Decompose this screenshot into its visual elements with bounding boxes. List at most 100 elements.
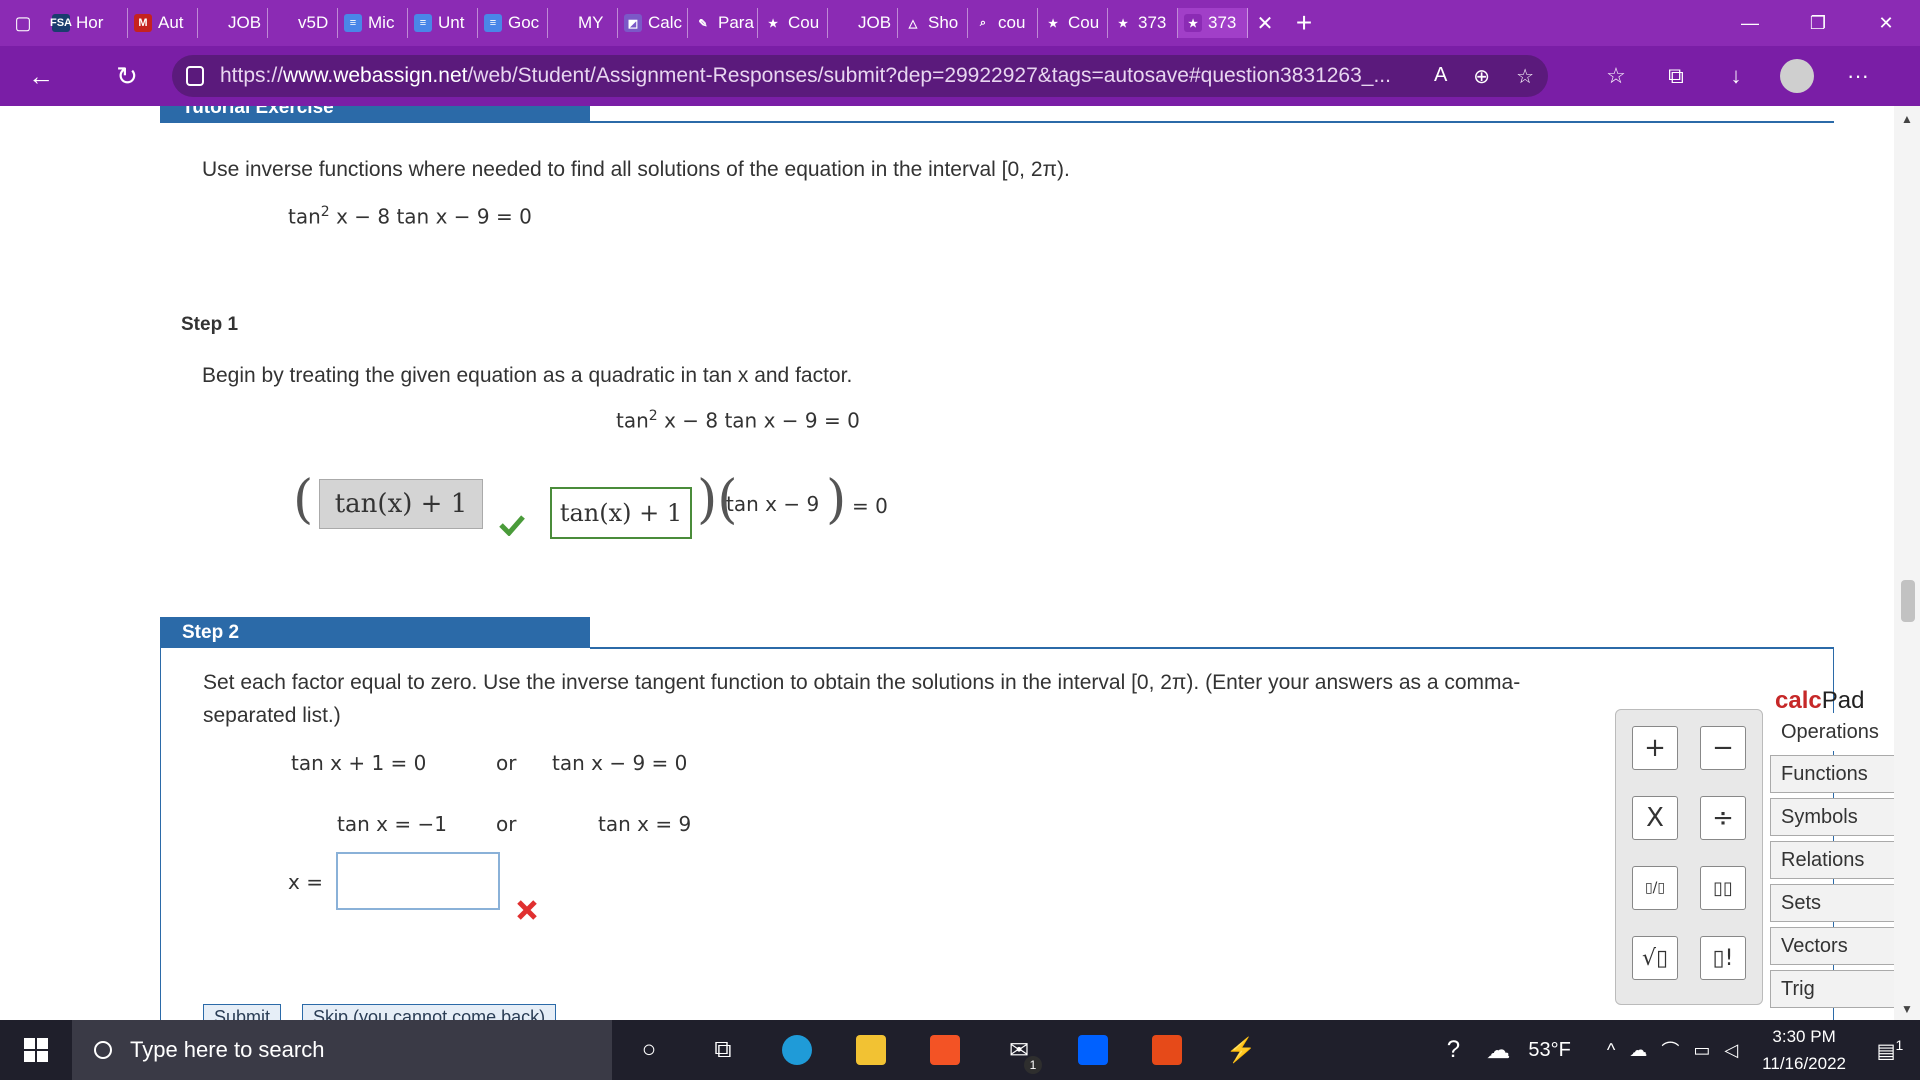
calcpad-tab-functions[interactable]: Functions: [1770, 755, 1900, 793]
sqrt-key[interactable]: √▯: [1632, 936, 1678, 980]
more-menu-icon[interactable]: ···: [1828, 63, 1888, 89]
temperature[interactable]: 53°F: [1528, 1039, 1570, 1062]
browser-tab[interactable]: ⌕ cou: [968, 8, 1038, 38]
git-icon[interactable]: ⚡: [1204, 1020, 1278, 1080]
notifications-icon[interactable]: ▤1: [1870, 1037, 1910, 1064]
calcpad-tab-operations[interactable]: Operations: [1770, 713, 1900, 751]
onedrive-icon[interactable]: ☁: [1629, 1040, 1647, 1061]
edge-icon[interactable]: [760, 1020, 834, 1080]
tab-favicon-icon: [834, 14, 852, 32]
second-factor: tan x − 9: [726, 492, 820, 516]
mail-icon[interactable]: ✉ 1: [982, 1020, 1056, 1080]
window-controls: — ❐ ✕: [1716, 0, 1920, 46]
close-tab-icon[interactable]: ✕: [1248, 11, 1282, 36]
profile-avatar[interactable]: [1780, 59, 1814, 93]
back-arrow-icon[interactable]: ←: [16, 51, 66, 101]
new-tab-button[interactable]: +: [1282, 7, 1326, 39]
step1-instruction: Begin by treating the given equation as …: [202, 364, 853, 387]
browser-tab[interactable]: ≡ Goc: [478, 8, 548, 38]
file-explorer-icon[interactable]: [834, 1020, 908, 1080]
browser-tab[interactable]: ★ 373: [1178, 8, 1248, 38]
exponent-key[interactable]: ▯▯: [1700, 866, 1746, 910]
equation-a1: tan x + 1 = 0: [291, 751, 427, 775]
tab-favicon-icon: ◩: [624, 14, 642, 32]
dropbox-icon[interactable]: [1056, 1020, 1130, 1080]
url-bar[interactable]: https://www.webassign.net/web/Student/As…: [172, 55, 1548, 97]
scroll-thumb[interactable]: [1901, 580, 1915, 622]
page-scrollbar[interactable]: ▲ ▼: [1894, 106, 1920, 1020]
divide-key[interactable]: ÷: [1700, 796, 1746, 840]
tab-label: Goc: [508, 13, 540, 32]
answer-factor-box[interactable]: tan(x) + 1: [550, 487, 692, 539]
browser-tab[interactable]: MY: [548, 8, 618, 38]
tab-label: MY: [578, 13, 604, 32]
downloads-icon[interactable]: ↓: [1706, 63, 1766, 89]
fraction-key[interactable]: ▯/▯: [1632, 866, 1678, 910]
x-answer-input[interactable]: [336, 852, 500, 910]
browser-tab[interactable]: FSA Hor: [46, 8, 128, 38]
store-icon[interactable]: [908, 1020, 982, 1080]
calcpad-tab-sets[interactable]: Sets: [1770, 884, 1900, 922]
browser-tab[interactable]: ≡ Mic: [338, 8, 408, 38]
tab-label: cou: [998, 13, 1026, 32]
favorites-icon[interactable]: ☆: [1586, 63, 1646, 89]
step2-header: Step 2: [160, 617, 590, 648]
or-label-1: or: [496, 751, 517, 775]
browser-tab[interactable]: ★ 373: [1108, 8, 1178, 38]
multiply-key[interactable]: X: [1632, 796, 1678, 840]
zoom-icon[interactable]: ⊕: [1473, 64, 1490, 89]
submit-button[interactable]: Submit: [203, 1004, 282, 1020]
plus-key[interactable]: +: [1632, 726, 1678, 770]
calcpad-tab-symbols[interactable]: Symbols: [1770, 798, 1900, 836]
browser-tab[interactable]: M Aut: [128, 8, 198, 38]
weather-icon[interactable]: ☁: [1478, 1020, 1518, 1080]
tab-favicon-icon: ≡: [344, 14, 362, 32]
browser-tab[interactable]: ✎ Para: [688, 8, 758, 38]
help-icon[interactable]: ?: [1428, 1020, 1478, 1080]
close-window-icon[interactable]: ✕: [1852, 0, 1920, 46]
battery-icon[interactable]: ▭: [1693, 1040, 1710, 1061]
answer-factor-text: tan(x) + 1: [559, 499, 683, 527]
factorial-key[interactable]: ▯!: [1700, 936, 1746, 980]
tab-label: Cou: [788, 13, 820, 32]
date: 11/16/2022: [1762, 1054, 1846, 1073]
tab-actions-icon[interactable]: ▢: [0, 0, 46, 46]
step2-instruction-line1: Set each factor equal to zero. Use the i…: [203, 671, 1521, 694]
browser-tab[interactable]: JOB: [198, 8, 268, 38]
volume-icon[interactable]: ◁: [1724, 1040, 1738, 1061]
scroll-down-arrow-icon[interactable]: ▼: [1894, 1002, 1920, 1016]
calcpad-panel: calcPad + − X ÷ ▯/▯ ▯▯ √▯ ▯! Operations …: [1615, 687, 1905, 1008]
tutorial-header: Tutorial Exercise: [160, 106, 590, 123]
minimize-icon[interactable]: —: [1716, 0, 1784, 46]
office-icon[interactable]: [1130, 1020, 1204, 1080]
calcpad-tab-trig[interactable]: Trig: [1770, 970, 1900, 1008]
clock[interactable]: 3:30 PM 11/16/2022: [1762, 1023, 1846, 1077]
read-aloud-icon[interactable]: A: [1434, 64, 1447, 89]
network-icon[interactable]: ⌒: [1661, 1037, 1679, 1063]
browser-tab[interactable]: ≡ Unt: [408, 8, 478, 38]
cortana-icon[interactable]: ○: [612, 1020, 686, 1080]
tray-chevron-icon[interactable]: ^: [1607, 1040, 1615, 1061]
minus-key[interactable]: −: [1700, 726, 1746, 770]
start-button[interactable]: [0, 1020, 72, 1080]
given-factor-text: tan(x) + 1: [334, 489, 468, 519]
step1-equation: tan2 x − 8 tan x − 9 = 0: [616, 408, 860, 433]
browser-tab[interactable]: ★ Cou: [758, 8, 828, 38]
tab-label: 373: [1208, 13, 1237, 32]
skip-button[interactable]: Skip (you cannot come back): [302, 1004, 557, 1020]
browser-tab[interactable]: JOB: [828, 8, 898, 38]
refresh-icon[interactable]: ↻: [102, 51, 152, 101]
task-view-icon[interactable]: ⧉: [686, 1020, 760, 1080]
taskbar-search[interactable]: Type here to search: [72, 1020, 612, 1080]
calcpad-tab-vectors[interactable]: Vectors: [1770, 927, 1900, 965]
browser-tab[interactable]: △ Sho: [898, 8, 968, 38]
add-favorite-icon[interactable]: ☆: [1516, 64, 1534, 89]
browser-tab[interactable]: v5D: [268, 8, 338, 38]
calcpad-tab-relations[interactable]: Relations: [1770, 841, 1900, 879]
collections-icon[interactable]: ⧉: [1646, 63, 1706, 89]
tab-label: Para: [718, 13, 754, 32]
restore-icon[interactable]: ❐: [1784, 0, 1852, 46]
browser-tab[interactable]: ★ Cou: [1038, 8, 1108, 38]
scroll-up-arrow-icon[interactable]: ▲: [1894, 112, 1920, 126]
browser-tab[interactable]: ◩ Calc: [618, 8, 688, 38]
